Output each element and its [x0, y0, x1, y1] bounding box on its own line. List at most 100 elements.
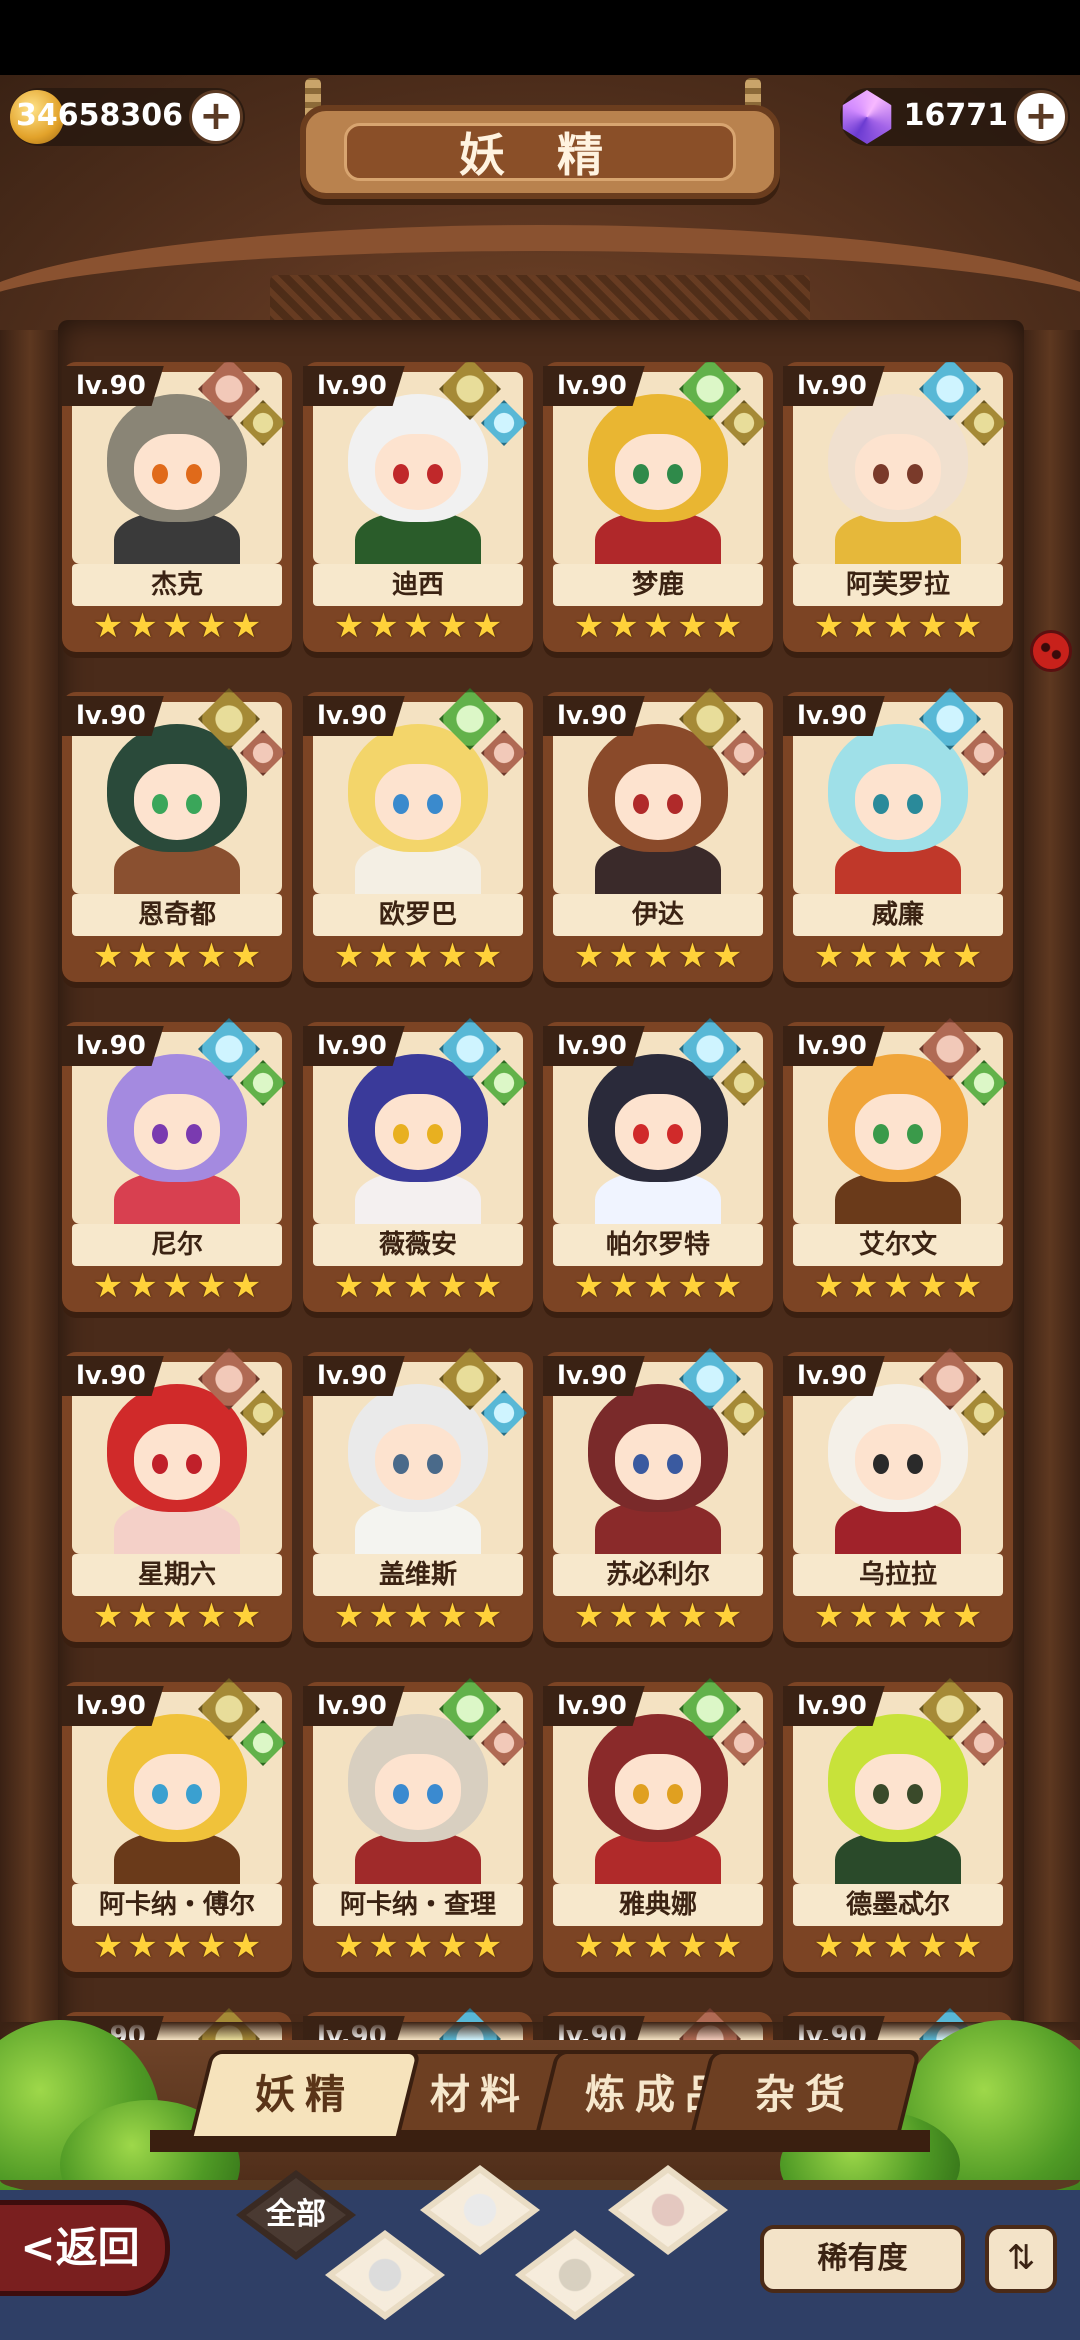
fairy-card[interactable]: lv.90 迪西 ★ ★ ★ ★ ★ — [303, 362, 533, 660]
fairy-face — [615, 1754, 701, 1830]
star-icon: ★ — [882, 1926, 914, 1966]
fairy-card[interactable]: lv.90 阿卡纳・傅尔 ★ ★ ★ ★ ★ — [62, 1678, 292, 1980]
star-icon: ★ — [333, 1596, 365, 1636]
star-icon: ★ — [917, 1266, 948, 1306]
sort-order-icon[interactable]: ⇅ — [985, 2225, 1057, 2293]
star-icon: ★ — [951, 1596, 983, 1636]
star-rating: ★ ★ ★ ★ ★ — [553, 938, 763, 974]
fairy-card[interactable]: lv.90 乌拉拉 ★ ★ ★ ★ ★ — [783, 1348, 1013, 1650]
star-icon: ★ — [951, 936, 983, 976]
fairy-card[interactable]: lv.90 帕尔罗特 ★ ★ ★ ★ ★ — [543, 1018, 773, 1320]
star-icon: ★ — [677, 1926, 708, 1966]
star-rating: ★ ★ ★ ★ ★ — [313, 1598, 523, 1634]
star-icon: ★ — [642, 1596, 674, 1636]
fairy-face — [615, 764, 701, 840]
add-gem-button[interactable]: + — [1014, 90, 1068, 144]
fairy-card[interactable]: lv.90 薇薇安 ★ ★ ★ ★ ★ — [303, 1018, 533, 1320]
star-icon: ★ — [437, 1596, 468, 1636]
fairy-name: 盖维斯 — [313, 1554, 523, 1596]
gem-counter: 16771 + — [840, 88, 1070, 146]
fairy-card[interactable]: lv.90 梦鹿 ★ ★ ★ ★ ★ — [543, 362, 773, 660]
star-icon: ★ — [608, 1596, 639, 1636]
star-icon: ★ — [368, 1596, 399, 1636]
fairy-eye — [152, 1124, 168, 1144]
fairy-card[interactable]: lv.90 德墨忒尔 ★ ★ ★ ★ ★ — [783, 1678, 1013, 1980]
star-icon: ★ — [642, 936, 674, 976]
title-sign: 妖 精 — [300, 105, 780, 199]
star-icon: ★ — [951, 1266, 983, 1306]
star-icon: ★ — [161, 1266, 193, 1306]
star-icon: ★ — [402, 1926, 434, 1966]
star-icon: ★ — [882, 936, 914, 976]
fairy-card[interactable]: lv.90 阿芙罗拉 ★ ★ ★ ★ ★ — [783, 362, 1013, 660]
star-icon: ★ — [471, 1266, 503, 1306]
star-icon: ★ — [161, 606, 193, 646]
fairy-eye — [633, 1454, 649, 1474]
gold-counter: 34658306 + — [10, 88, 245, 146]
gold-value: 34658306 — [16, 98, 183, 133]
star-icon: ★ — [711, 1596, 743, 1636]
star-icon: ★ — [848, 606, 879, 646]
fairy-face — [375, 434, 461, 510]
ladybug-icon[interactable] — [1030, 630, 1072, 672]
fairy-name: 雅典娜 — [553, 1884, 763, 1926]
star-icon: ★ — [333, 606, 365, 646]
fairy-card[interactable]: lv.90 苏必利尔 ★ ★ ★ ★ ★ — [543, 1348, 773, 1650]
fairy-card[interactable]: lv.90 威廉 ★ ★ ★ ★ ★ — [783, 688, 1013, 990]
level-badge: lv.90 — [303, 696, 405, 736]
star-rating: ★ ★ ★ ★ ★ — [553, 1928, 763, 1964]
fairy-face — [615, 434, 701, 510]
star-icon: ★ — [127, 1266, 158, 1306]
star-icon: ★ — [677, 936, 708, 976]
fairy-face — [375, 1094, 461, 1170]
level-badge: lv.90 — [62, 696, 164, 736]
status-bar — [0, 0, 1080, 75]
fairy-eye — [393, 1124, 409, 1144]
star-icon: ★ — [642, 606, 674, 646]
star-icon: ★ — [848, 936, 879, 976]
fairy-eye — [907, 1454, 923, 1474]
fairy-card[interactable]: lv.90 伊达 ★ ★ ★ ★ ★ — [543, 688, 773, 990]
star-icon: ★ — [642, 1926, 674, 1966]
tab-goods[interactable]: 杂货 — [688, 2050, 922, 2140]
fairy-card[interactable]: lv.90 尼尔 ★ ★ ★ ★ ★ — [62, 1018, 292, 1320]
star-icon: ★ — [196, 606, 227, 646]
star-icon: ★ — [92, 936, 124, 976]
fairy-eye — [873, 1784, 889, 1804]
star-rating: ★ ★ ★ ★ ★ — [72, 938, 282, 974]
fairy-card[interactable]: lv.90 杰克 ★ ★ ★ ★ ★ — [62, 362, 292, 660]
fairy-card[interactable]: lv.90 盖维斯 ★ ★ ★ ★ ★ — [303, 1348, 533, 1650]
add-gold-button[interactable]: + — [189, 90, 243, 144]
fairy-name: 杰克 — [72, 564, 282, 606]
star-rating: ★ ★ ★ ★ ★ — [793, 608, 1003, 644]
star-rating: ★ ★ ★ ★ ★ — [553, 1268, 763, 1304]
fairy-face — [855, 1094, 941, 1170]
fairy-card[interactable]: lv.90 星期六 ★ ★ ★ ★ ★ — [62, 1348, 292, 1650]
fairy-eye — [667, 794, 683, 814]
sort-by-rarity-button[interactable]: 稀有度 — [760, 2225, 965, 2293]
star-icon: ★ — [368, 936, 399, 976]
fairy-card[interactable]: lv.90 欧罗巴 ★ ★ ★ ★ ★ — [303, 688, 533, 990]
fairy-card[interactable]: lv.90 雅典娜 ★ ★ ★ ★ ★ — [543, 1678, 773, 1980]
tab-fairy[interactable]: 妖精 — [188, 2050, 422, 2140]
fairy-card[interactable]: lv.90 阿卡纳・查理 ★ ★ ★ ★ ★ — [303, 1678, 533, 1980]
fairy-grid: lv.90 杰克 ★ ★ ★ ★ ★ lv.90 迪西 ★ ★ ★ ★ ★ lv.90 梦鹿 ★… — [62, 362, 1022, 2042]
star-icon: ★ — [127, 1596, 158, 1636]
star-icon: ★ — [882, 1266, 914, 1306]
page-title: 妖 精 — [344, 123, 736, 182]
star-icon: ★ — [573, 1926, 605, 1966]
fairy-card[interactable]: lv.90 艾尔文 ★ ★ ★ ★ ★ — [783, 1018, 1013, 1320]
fairy-card[interactable]: lv.90 恩奇都 ★ ★ ★ ★ ★ — [62, 688, 292, 990]
fairy-name: 阿芙罗拉 — [793, 564, 1003, 606]
star-icon: ★ — [848, 1596, 879, 1636]
fairy-name: 欧罗巴 — [313, 894, 523, 936]
star-rating: ★ ★ ★ ★ ★ — [793, 1268, 1003, 1304]
star-rating: ★ ★ ★ ★ ★ — [313, 938, 523, 974]
star-icon: ★ — [848, 1926, 879, 1966]
star-icon: ★ — [677, 1266, 708, 1306]
star-icon: ★ — [437, 1266, 468, 1306]
fairy-face — [134, 434, 220, 510]
back-button[interactable]: <返回 — [0, 2200, 170, 2296]
fairy-eye — [667, 1784, 683, 1804]
level-badge: lv.90 — [783, 696, 885, 736]
